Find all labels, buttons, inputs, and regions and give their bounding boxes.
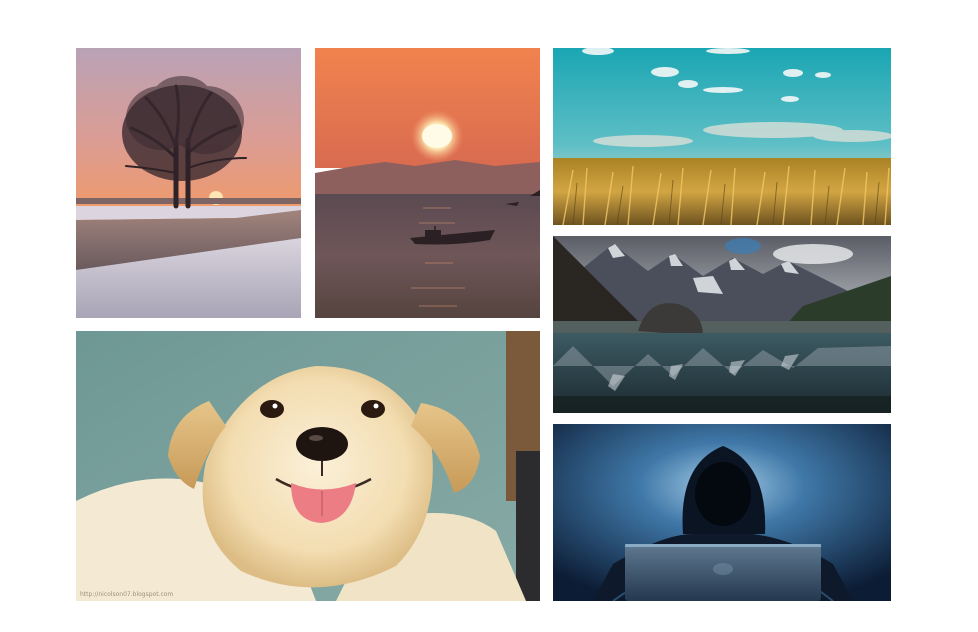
photo-tile-sea-sunset[interactable] bbox=[315, 48, 540, 318]
sea-sunset-image bbox=[315, 48, 540, 318]
mountain-lake-image bbox=[553, 236, 891, 413]
photo-tile-hooded-hacker[interactable] bbox=[553, 424, 891, 601]
photo-tile-tree-sunset[interactable] bbox=[76, 48, 301, 318]
photo-watermark: http://nicolson07.blogspot.com bbox=[80, 591, 173, 598]
tree-sunset-image bbox=[76, 48, 301, 318]
photo-tile-grass-field[interactable] bbox=[553, 48, 891, 225]
hooded-hacker-image bbox=[553, 424, 891, 601]
photo-tile-mountain-lake[interactable] bbox=[553, 236, 891, 413]
puppy-image: http://nicolson07.blogspot.com bbox=[76, 331, 540, 601]
photo-tile-puppy[interactable]: http://nicolson07.blogspot.com bbox=[76, 331, 540, 601]
grass-field-image bbox=[553, 48, 891, 225]
